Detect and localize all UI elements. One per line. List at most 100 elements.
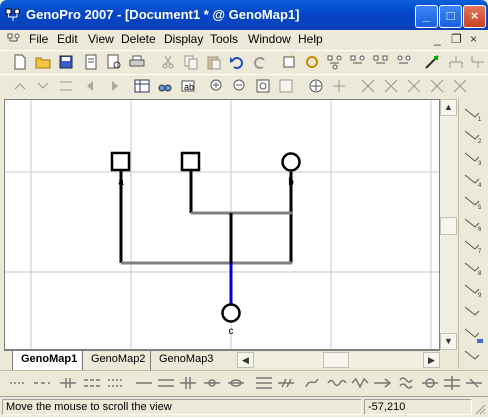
tree-layout-3-icon[interactable] <box>373 54 389 70</box>
circle-line-icon[interactable] <box>204 379 220 387</box>
forward-arrow-icon[interactable] <box>106 78 122 94</box>
double-dot-icon[interactable] <box>108 379 124 387</box>
zoom-100-icon[interactable] <box>278 78 294 94</box>
tree-layout-4-icon[interactable] <box>396 54 412 70</box>
refresh-icon[interactable] <box>304 54 320 70</box>
scroll-up-arrow-icon[interactable]: ▲ <box>440 99 457 116</box>
maximize-button[interactable]: □ <box>439 5 462 28</box>
document-icon[interactable] <box>7 33 21 47</box>
print-icon[interactable] <box>129 54 145 70</box>
double-wave-icon[interactable] <box>399 377 413 389</box>
relationship-tool-7-icon[interactable]: 7 <box>464 240 482 255</box>
relationship-tool-8-icon[interactable]: 8 <box>464 262 482 277</box>
vertical-scroll-thumb[interactable] <box>440 217 457 235</box>
zoom-out-icon[interactable] <box>232 78 248 94</box>
curve-line-icon[interactable] <box>305 378 319 388</box>
layout-c-icon[interactable] <box>406 78 422 94</box>
open-folder-icon[interactable] <box>35 54 51 70</box>
unlink-icon[interactable] <box>35 78 51 94</box>
oval-line-icon[interactable] <box>228 379 244 387</box>
zoom-in-icon[interactable] <box>209 78 225 94</box>
tree-layout-1-icon[interactable] <box>327 54 343 70</box>
print-preview-icon[interactable] <box>106 54 122 70</box>
copy-icon[interactable] <box>183 54 199 70</box>
center-icon[interactable] <box>331 78 347 94</box>
relationship-tool-11-icon[interactable] <box>464 328 483 343</box>
layout-b-icon[interactable] <box>383 78 399 94</box>
genomap-canvas[interactable]: a b c <box>4 99 440 350</box>
save-icon[interactable] <box>58 54 74 70</box>
table-icon[interactable] <box>134 78 150 94</box>
mdi-close-button[interactable]: × <box>470 32 477 46</box>
back-arrow-icon[interactable] <box>83 78 99 94</box>
paste-icon[interactable] <box>206 54 222 70</box>
double-line-icon[interactable] <box>158 379 174 387</box>
zigzag-line-icon[interactable] <box>351 377 369 389</box>
menu-view[interactable]: View <box>88 32 114 46</box>
cut-icon[interactable] <box>160 54 176 70</box>
new-genomap-icon[interactable]: * <box>281 54 297 70</box>
tab-genomap2[interactable]: GenoMap2 <box>82 351 150 371</box>
resize-grip-icon[interactable] <box>474 403 486 415</box>
menu-edit[interactable]: Edit <box>57 32 78 46</box>
zoom-fit-icon[interactable] <box>255 78 271 94</box>
relationship-tool-12-icon[interactable] <box>464 350 480 360</box>
horizontal-scroll-thumb[interactable] <box>323 352 349 368</box>
relationship-tool-2-icon[interactable]: 2 <box>464 130 482 145</box>
split-line-icon[interactable] <box>60 378 76 388</box>
arrow-line-icon[interactable] <box>374 378 392 388</box>
tree-layout-2-icon[interactable] <box>350 54 366 70</box>
menu-delete[interactable]: Delete <box>121 32 156 46</box>
tab-genomap1[interactable]: GenoMap1 <box>12 351 82 370</box>
relationship-tool-4-icon[interactable]: 4 <box>464 174 482 189</box>
close-bond-icon[interactable] <box>466 378 482 388</box>
relationship-tool-6-icon[interactable]: 6 <box>464 218 482 233</box>
new-document-icon[interactable] <box>12 54 28 70</box>
pan-tool-icon[interactable] <box>308 78 324 94</box>
genogram-drawing[interactable]: a b c <box>5 100 440 350</box>
mdi-minimize-button[interactable]: _ <box>434 32 441 46</box>
ring-line-icon[interactable] <box>422 378 438 388</box>
triple-line-icon[interactable] <box>256 377 272 389</box>
tab-genomap3[interactable]: GenoMap3 <box>150 351 218 371</box>
properties-icon[interactable] <box>83 54 99 70</box>
individual-x-male[interactable] <box>180 151 201 172</box>
bond-line-icon[interactable] <box>444 376 460 390</box>
menu-help[interactable]: Help <box>298 32 323 46</box>
layout-e-icon[interactable] <box>452 78 468 94</box>
title-bar[interactable]: GenoPro 2007 - [Document1 * @ GenoMap1] … <box>0 0 488 30</box>
horizontal-scrollbar[interactable]: ◀ ▶ <box>237 352 440 368</box>
descendants-icon[interactable] <box>448 54 464 70</box>
individual-c-female[interactable] <box>221 303 241 323</box>
menu-tools[interactable]: Tools <box>210 32 238 46</box>
menu-file[interactable]: File <box>29 32 48 46</box>
close-button[interactable]: × <box>463 5 486 28</box>
pedigree-tool-icon[interactable] <box>424 54 440 70</box>
relationship-tool-1-icon[interactable]: 1 <box>464 108 482 123</box>
layout-d-icon[interactable] <box>429 78 445 94</box>
individual-b-female[interactable] <box>281 152 301 172</box>
ancestors-icon[interactable] <box>470 54 486 70</box>
find-icon[interactable] <box>157 78 173 94</box>
relationship-tool-5-icon[interactable]: 5 <box>464 196 482 211</box>
relationship-tool-10-icon[interactable] <box>464 306 480 316</box>
relationship-tool-9-icon[interactable]: 9 <box>464 284 482 299</box>
link-icon[interactable] <box>12 78 28 94</box>
mdi-restore-button[interactable]: ❐ <box>451 32 462 46</box>
replace-icon[interactable]: ab <box>180 78 196 94</box>
double-dash-icon[interactable] <box>84 379 100 387</box>
menu-window[interactable]: Window <box>248 32 291 46</box>
vertical-scrollbar[interactable]: ▲ ▼ <box>440 99 457 350</box>
undo-icon[interactable] <box>229 54 245 70</box>
individual-a-male[interactable] <box>110 151 131 172</box>
relationship-tool-3-icon[interactable]: 3 <box>464 152 482 167</box>
scroll-down-arrow-icon[interactable]: ▼ <box>440 333 457 350</box>
wave-line-icon[interactable] <box>327 379 347 387</box>
redo-icon[interactable] <box>252 54 268 70</box>
layout-a-icon[interactable] <box>360 78 376 94</box>
cross-line-icon[interactable] <box>180 377 196 389</box>
scroll-left-arrow-icon[interactable]: ◀ <box>237 352 254 368</box>
scroll-right-arrow-icon[interactable]: ▶ <box>423 352 440 368</box>
minimize-button[interactable]: _ <box>415 5 438 28</box>
slash-line-icon[interactable] <box>278 378 294 388</box>
